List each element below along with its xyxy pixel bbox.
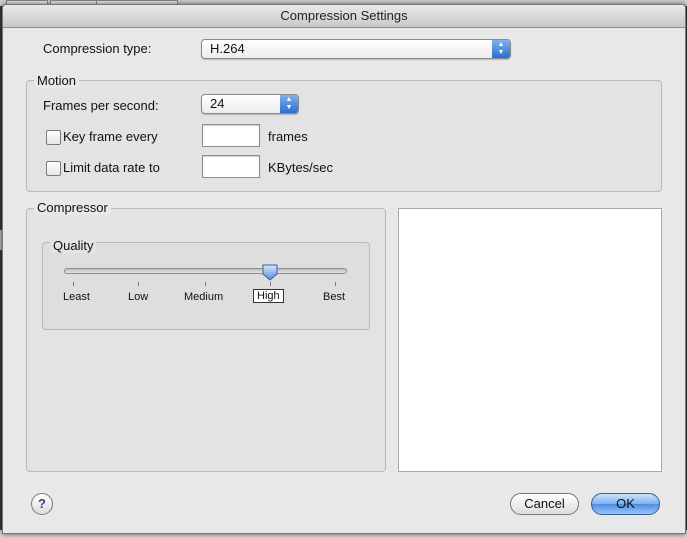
quality-slider-track[interactable] [64,268,347,274]
quality-tick-least[interactable]: Least [63,291,90,303]
quality-group-title: Quality [50,238,97,253]
limit-rate-unit: KBytes/sec [268,160,334,175]
tick-mark [138,282,139,286]
tick-mark [270,282,271,286]
fps-value: 24 [210,96,225,111]
compression-type-label: Compression type: [43,41,152,56]
fps-label: Frames per second: [43,98,159,113]
quality-tick-low[interactable]: Low [128,291,148,303]
cancel-button[interactable]: Cancel [510,493,579,515]
fps-popup[interactable]: 24 ▲ ▼ [201,94,299,114]
preview-pane [398,208,662,472]
popup-arrows-icon: ▲ ▼ [280,95,298,113]
keyframe-checkbox[interactable] [46,130,61,145]
tick-mark [335,282,336,286]
tick-mark [73,282,74,286]
quality-group [42,242,370,330]
quality-tick-high-selected[interactable]: High [253,289,284,303]
tick-mark [205,282,206,286]
popup-arrows-icon: ▲ ▼ [492,40,510,58]
compression-type-value: H.264 [210,41,245,56]
limit-rate-checkbox[interactable] [46,161,61,176]
quality-tick-medium[interactable]: Medium [184,291,223,303]
keyframe-label: Key frame every [63,129,158,144]
keyframe-field[interactable] [202,124,260,147]
compressor-group-title: Compressor [34,200,111,215]
compression-type-popup[interactable]: H.264 ▲ ▼ [201,39,511,59]
limit-rate-field[interactable] [202,155,260,178]
help-button[interactable]: ? [31,493,53,515]
ok-button[interactable]: OK [591,493,660,515]
compression-settings-dialog: Compression Settings Compression type: H… [2,4,686,534]
motion-group-title: Motion [34,73,80,88]
dialog-title: Compression Settings [3,5,685,28]
quality-slider-thumb[interactable] [262,264,278,281]
quality-tick-best[interactable]: Best [323,291,345,303]
keyframe-unit: frames [268,129,308,144]
limit-rate-label: Limit data rate to [63,160,160,175]
